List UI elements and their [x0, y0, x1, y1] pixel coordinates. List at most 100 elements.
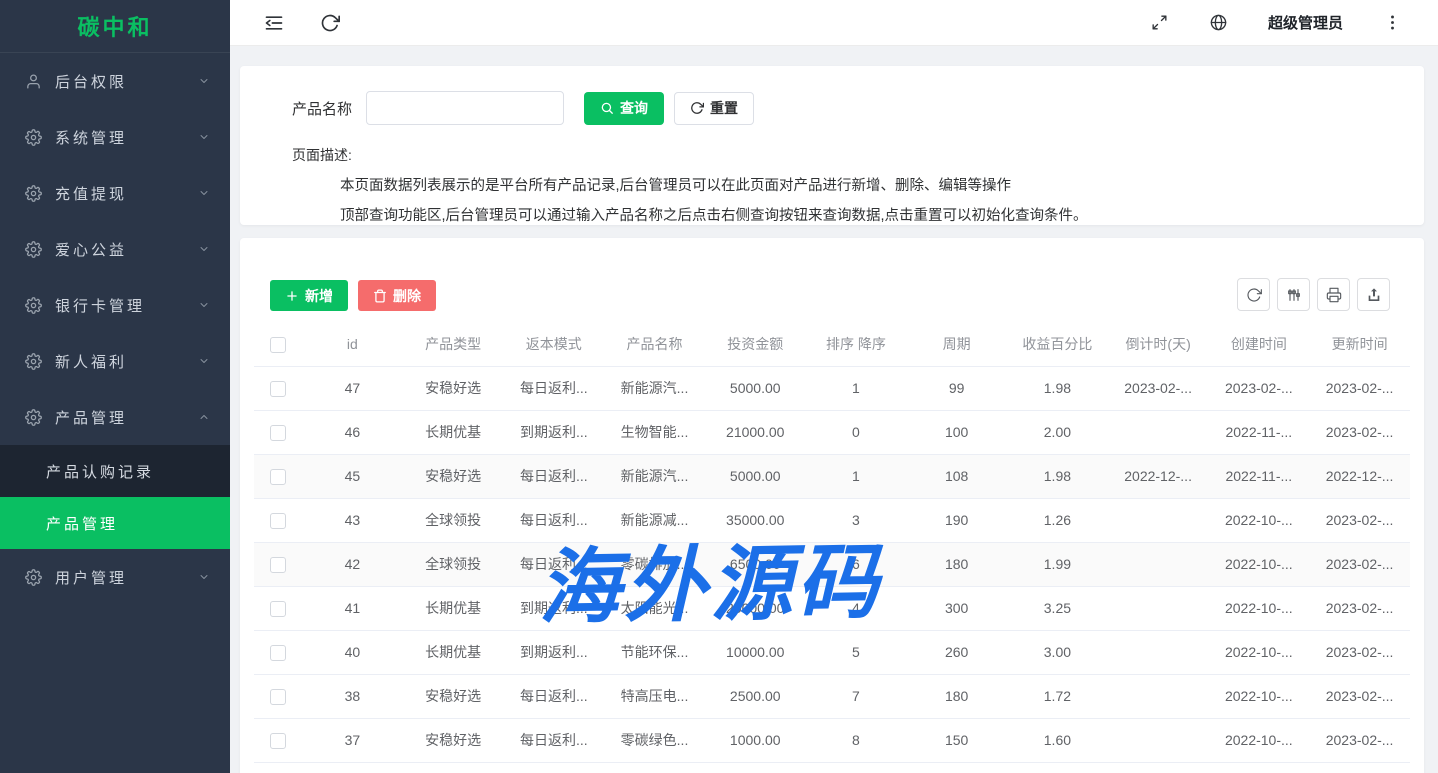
cell-product-type: 安稳好选 — [403, 366, 504, 410]
topbar-left — [230, 13, 340, 33]
cell-period: 99 — [906, 366, 1007, 410]
cell-created-time: 2022-11-... — [1208, 454, 1309, 498]
product-name-input[interactable] — [366, 91, 564, 125]
cell-id: 38 — [302, 674, 403, 718]
sidebar-item-charity[interactable]: 爱心公益 — [0, 221, 230, 277]
row-checkbox[interactable] — [270, 513, 286, 529]
chevron-down-icon — [198, 571, 210, 583]
globe-language-icon[interactable] — [1209, 13, 1228, 32]
sidebar-item-recharge-withdraw[interactable]: 充值提现 — [0, 165, 230, 221]
fullscreen-icon[interactable] — [1150, 13, 1169, 32]
more-options-icon[interactable] — [1383, 13, 1402, 32]
sidebar: 碳中和 后台权限 系统管理 充值提现 爱心公益 银行卡管理 — [0, 0, 230, 773]
cell-income-percent: 1.26 — [1007, 498, 1108, 542]
cell-invest-amount: 5000.00 — [705, 366, 806, 410]
row-checkbox[interactable] — [270, 601, 286, 617]
column-header[interactable]: 返本模式 — [503, 323, 604, 366]
page-description-line-1: 本页面数据列表展示的是平台所有产品记录,后台管理员可以在此页面对产品进行新增、删… — [240, 174, 1424, 195]
column-header[interactable]: 产品类型 — [403, 323, 504, 366]
cell-product-type: 全球领投 — [403, 542, 504, 586]
sidebar-item-product-management[interactable]: 产品管理 — [0, 389, 230, 445]
cell-sort: 8 — [806, 718, 907, 762]
column-header[interactable]: id — [302, 323, 403, 366]
chevron-down-icon — [198, 355, 210, 367]
cell-income-percent: 1.72 — [1007, 674, 1108, 718]
cell-sort: 7 — [806, 674, 907, 718]
query-button[interactable]: 查询 — [584, 92, 664, 125]
row-checkbox[interactable] — [270, 381, 286, 397]
row-checkbox-cell — [254, 718, 302, 762]
search-card: 产品名称 查询 重置 页面描述: 本页面数据列表展示的是平台所有产品记录,后台管… — [240, 66, 1424, 225]
delete-button[interactable]: 删除 — [358, 280, 436, 311]
print-button[interactable] — [1317, 278, 1350, 311]
printer-icon — [1326, 287, 1342, 303]
reset-button[interactable]: 重置 — [674, 92, 754, 125]
select-all-checkbox[interactable] — [270, 337, 286, 353]
column-settings-button[interactable] — [1277, 278, 1310, 311]
row-checkbox[interactable] — [270, 425, 286, 441]
sidebar-item-backend-permissions[interactable]: 后台权限 — [0, 53, 230, 109]
cell-created-time: 2022-11-... — [1208, 410, 1309, 454]
sidebar-item-bankcard-management[interactable]: 银行卡管理 — [0, 277, 230, 333]
refresh-icon — [1246, 287, 1262, 303]
cell-product-name: 零碳绿色... — [604, 718, 705, 762]
gear-icon — [25, 241, 42, 258]
add-button-label: 新增 — [305, 286, 333, 306]
column-header[interactable]: 收益百分比 — [1007, 323, 1108, 366]
cell-sort: 1 — [806, 454, 907, 498]
row-checkbox[interactable] — [270, 557, 286, 573]
table-row: 43 全球领投 每日返利... 新能源减... 35000.00 3 190 1… — [254, 498, 1410, 542]
sidebar-subitem-product-management-active[interactable]: 产品管理 — [0, 497, 230, 549]
column-header[interactable]: 投资金额 — [705, 323, 806, 366]
cell-period: 180 — [906, 542, 1007, 586]
export-button[interactable] — [1357, 278, 1390, 311]
cell-id: 47 — [302, 366, 403, 410]
chevron-down-icon — [198, 75, 210, 87]
reset-button-label: 重置 — [710, 98, 738, 118]
cell-return-mode: 每日返利... — [503, 718, 604, 762]
cell-invest-amount: 21000.00 — [705, 410, 806, 454]
gear-icon — [25, 185, 42, 202]
cell-period: 108 — [906, 454, 1007, 498]
refresh-table-button[interactable] — [1237, 278, 1270, 311]
sidebar-item-label: 产品管理 — [55, 407, 127, 428]
cell-created-time: 2022-10-... — [1208, 718, 1309, 762]
sidebar-item-newcomer-benefits[interactable]: 新人福利 — [0, 333, 230, 389]
cell-income-percent: 1.98 — [1007, 366, 1108, 410]
row-checkbox-cell — [254, 630, 302, 674]
cell-product-name: 特高压电... — [604, 674, 705, 718]
cell-invest-amount: 5000.00 — [705, 454, 806, 498]
row-checkbox-cell — [254, 586, 302, 630]
row-checkbox-cell — [254, 674, 302, 718]
cell-income-percent: 3.00 — [1007, 630, 1108, 674]
cell-product-type: 长期优基 — [403, 410, 504, 454]
column-header[interactable]: 创建时间 — [1208, 323, 1309, 366]
sidebar-item-user-management[interactable]: 用户管理 — [0, 549, 230, 605]
column-header[interactable]: 产品名称 — [604, 323, 705, 366]
current-user-name[interactable]: 超级管理员 — [1268, 12, 1343, 33]
column-header[interactable]: 排序 降序 — [806, 323, 907, 366]
cell-updated-time: 2023-02-... — [1309, 586, 1410, 630]
sidebar-item-label: 用户管理 — [55, 567, 127, 588]
cell-period: 100 — [906, 410, 1007, 454]
row-checkbox[interactable] — [270, 469, 286, 485]
sidebar-subitem-label: 产品认购记录 — [46, 461, 154, 482]
collapse-sidebar-icon[interactable] — [264, 13, 284, 33]
sidebar-item-label: 银行卡管理 — [55, 295, 145, 316]
refresh-page-icon[interactable] — [320, 13, 340, 33]
column-header[interactable]: 周期 — [906, 323, 1007, 366]
column-header[interactable]: 更新时间 — [1309, 323, 1410, 366]
cell-income-percent: 2.00 — [1007, 410, 1108, 454]
sidebar-subitem-product-purchase-records[interactable]: 产品认购记录 — [0, 445, 230, 497]
sidebar-item-system-management[interactable]: 系统管理 — [0, 109, 230, 165]
cell-countdown — [1108, 586, 1209, 630]
product-table: id产品类型返本模式产品名称投资金额排序 降序周期收益百分比倒计时(天)创建时间… — [254, 323, 1410, 763]
add-button[interactable]: 新增 — [270, 280, 348, 311]
cell-updated-time: 2022-12-... — [1309, 454, 1410, 498]
row-checkbox[interactable] — [270, 733, 286, 749]
row-checkbox[interactable] — [270, 645, 286, 661]
refresh-icon — [690, 101, 704, 115]
cell-countdown — [1108, 630, 1209, 674]
column-header[interactable]: 倒计时(天) — [1108, 323, 1209, 366]
row-checkbox[interactable] — [270, 689, 286, 705]
